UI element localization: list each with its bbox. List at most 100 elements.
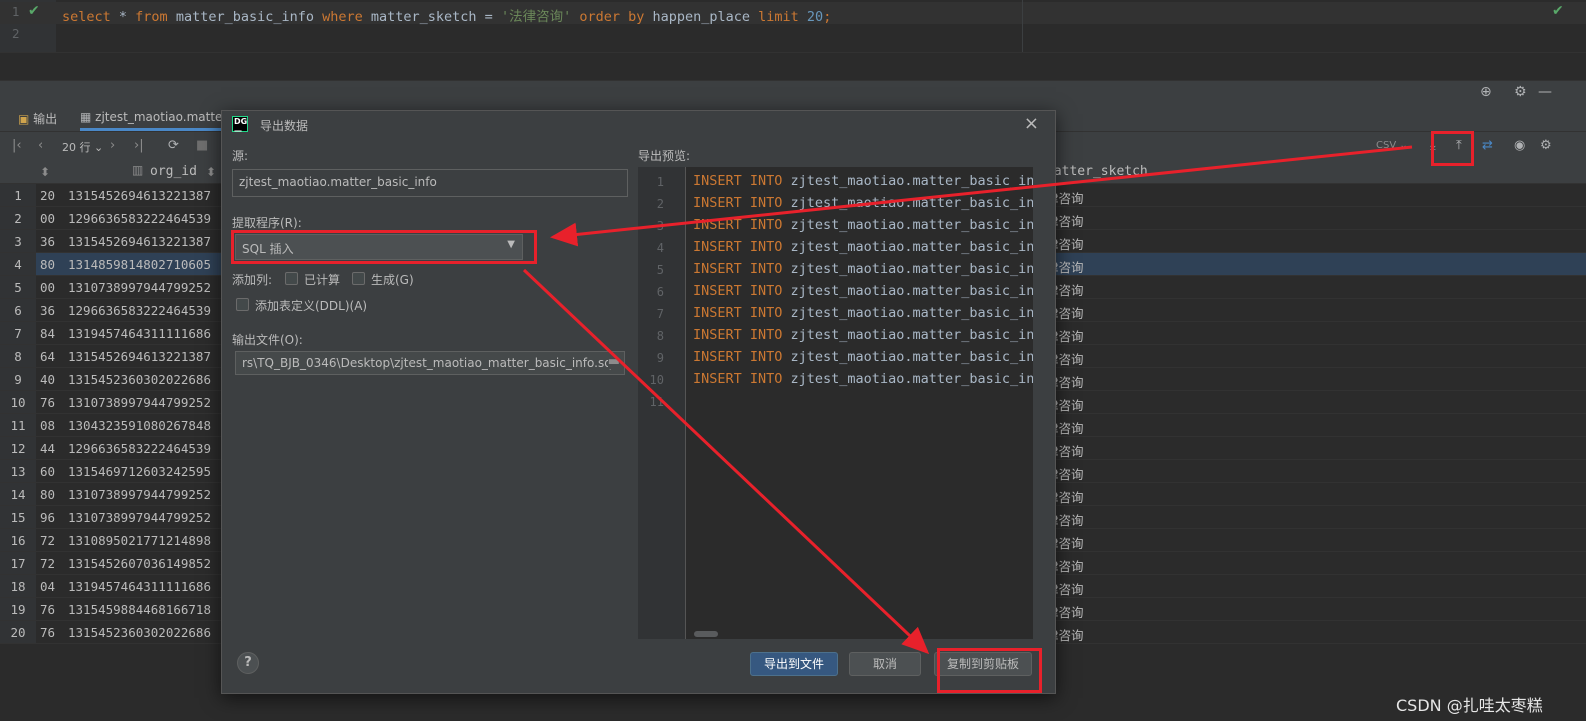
preview-table-name: zjtest_maotiao.matter_basic_inf [782, 195, 1033, 211]
row-number: 18 [0, 575, 36, 597]
row-number: 6 [0, 299, 36, 321]
dialog-title: 导出数据 [260, 119, 309, 133]
gear-icon[interactable]: ⚙ [1514, 84, 1527, 100]
sql-editor[interactable]: 1 ✔ select * from matter_basic_info wher… [0, 0, 1586, 80]
cell-org-id: 1296636583222464539 [68, 303, 211, 318]
column-icon: ▥ [132, 163, 144, 177]
cell-id-tail: 84 [40, 326, 56, 341]
inspection-ok-icon: ✔ [1552, 3, 1564, 19]
view-eye-icon[interactable]: ◉ [1514, 138, 1525, 153]
cell-id-tail: 76 [40, 602, 56, 617]
sort-icon[interactable]: ⬍ [40, 165, 50, 179]
stop-icon[interactable]: ■ [196, 138, 208, 153]
preview-insert-line: INSERT INTO zjtest_maotiao.matter_basic_… [693, 261, 1033, 277]
previous-page-icon[interactable]: ‹ [38, 138, 43, 153]
cell-org-id: 1304323591080267848 [68, 418, 211, 433]
next-page-icon[interactable]: › [110, 138, 115, 153]
row-number: 9 [0, 368, 36, 390]
column-header-matter-sketch[interactable]: matter_sketch [1046, 164, 1148, 179]
export-preview[interactable]: 1 INSERT INTO zjtest_maotiao.matter_basic… [638, 167, 1033, 639]
preview-table-name: zjtest_maotiao.matter_basic_inf [782, 305, 1033, 321]
preview-keyword: INSERT INTO [693, 305, 783, 321]
output-file-label: 输出文件(O): [232, 333, 303, 347]
last-page-icon[interactable]: ›| [134, 138, 144, 153]
computed-label: 已计算 [304, 273, 341, 287]
computed-checkbox[interactable] [285, 272, 298, 285]
cell-org-id: 1310895021771214898 [68, 533, 211, 548]
cell-id-tail: 04 [40, 579, 56, 594]
generated-checkbox[interactable] [352, 272, 365, 285]
source-field: zjtest_maotiao.matter_basic_info [232, 169, 628, 197]
preview-line-number: 8 [656, 329, 664, 343]
preview-line-number: 11 [649, 395, 664, 409]
close-icon[interactable]: × [1024, 113, 1039, 134]
format-selector[interactable]: CSV ⌄ [1376, 140, 1408, 151]
tab-output[interactable]: ▣ 输出 [18, 110, 57, 127]
refresh-icon[interactable]: ⟳ [168, 138, 179, 153]
preview-keyword: INSERT INTO [693, 173, 783, 189]
tab-result[interactable]: ▦ zjtest_maotiao.matter_b [80, 110, 241, 131]
row-number: 17 [0, 552, 36, 574]
preview-insert-line: INSERT INTO zjtest_maotiao.matter_basic_… [693, 349, 1033, 365]
sql-statement[interactable]: select * from matter_basic_info where ma… [62, 5, 831, 25]
editor-bottom-strip [0, 52, 1586, 80]
output-file-field[interactable]: rs\TQ_BJB_0346\Desktop\zjtest_maotiao_ma… [235, 351, 625, 375]
preview-keyword: INSERT INTO [693, 349, 783, 365]
cell-org-id: 1315452694613221387 [68, 188, 211, 203]
sql-token: 20 [798, 9, 824, 25]
preview-keyword: INSERT INTO [693, 239, 783, 255]
export-to-file-button[interactable]: 导出到文件 [750, 652, 838, 676]
cell-org-id: 1315452694613221387 [68, 349, 211, 364]
right-margin-guide [1022, 0, 1023, 52]
preview-keyword: INSERT INTO [693, 371, 783, 387]
preview-insert-line: INSERT INTO zjtest_maotiao.matter_basic_… [693, 283, 1033, 299]
preview-keyword: INSERT INTO [693, 261, 783, 277]
sql-token: from [135, 9, 168, 25]
first-page-icon[interactable]: |‹ [12, 138, 22, 153]
preview-keyword: INSERT INTO [693, 195, 783, 211]
sql-token: matter_sketch = [362, 9, 501, 25]
sql-token: * [110, 9, 136, 25]
cell-id-tail: 00 [40, 211, 56, 226]
cancel-button[interactable]: 取消 [849, 652, 921, 676]
cell-org-id: 1315452360302022686 [68, 625, 211, 640]
cell-org-id: 1296636583222464539 [68, 211, 211, 226]
sql-token: limit [758, 9, 799, 25]
generated-label: 生成(G) [371, 273, 414, 287]
horizontal-scrollbar[interactable] [694, 631, 718, 637]
cell-id-tail: 08 [40, 418, 56, 433]
table-icon: ▦ [80, 110, 92, 124]
crosshair-icon[interactable]: ⊕ [1480, 84, 1492, 100]
column-header-org-id[interactable]: org_id [150, 164, 197, 179]
cell-id-tail: 20 [40, 188, 56, 203]
cell-id-tail: 96 [40, 510, 56, 525]
compare-icon[interactable]: ⇄ [1482, 138, 1493, 153]
watermark: CSDN @扎哇太枣糕 [1396, 696, 1543, 715]
sort-icon[interactable]: ⬍ [206, 165, 216, 179]
folder-icon[interactable]: ▬ [607, 354, 620, 369]
cell-id-tail: 00 [40, 280, 56, 295]
row-number: 19 [0, 598, 36, 620]
settings-gear-icon[interactable]: ⚙ [1540, 138, 1552, 153]
preview-insert-line: INSERT INTO zjtest_maotiao.matter_basic_… [693, 305, 1033, 321]
add-ddl-checkbox[interactable] [236, 298, 249, 311]
row-number: 8 [0, 345, 36, 367]
help-button[interactable]: ? [237, 652, 259, 674]
datagrip-logo-icon: DG — [232, 116, 248, 135]
preview-insert-line: INSERT INTO zjtest_maotiao.matter_basic_… [693, 327, 1033, 343]
cell-org-id: 1319457464311111686 [68, 579, 211, 594]
cell-org-id: 1315459884468166718 [68, 602, 211, 617]
preview-line-number: 1 [656, 175, 664, 189]
cell-org-id: 1310738997944799252 [68, 510, 211, 525]
rows-selector[interactable]: 20 行 ⌄ [62, 139, 103, 155]
editor-line-2[interactable]: 2 [0, 24, 1586, 46]
cell-id-tail: 44 [40, 441, 56, 456]
row-number: 14 [0, 483, 36, 505]
preview-insert-line: INSERT INTO zjtest_maotiao.matter_basic_… [693, 173, 1033, 189]
minimize-icon[interactable]: — [1538, 84, 1552, 100]
editor-line-1[interactable]: 1 ✔ select * from matter_basic_info wher… [0, 2, 1586, 25]
sql-token: select [62, 9, 111, 25]
row-number: 5 [0, 276, 36, 298]
preview-line-number: 2 [656, 197, 664, 211]
preview-label: 导出预览: [638, 149, 691, 163]
